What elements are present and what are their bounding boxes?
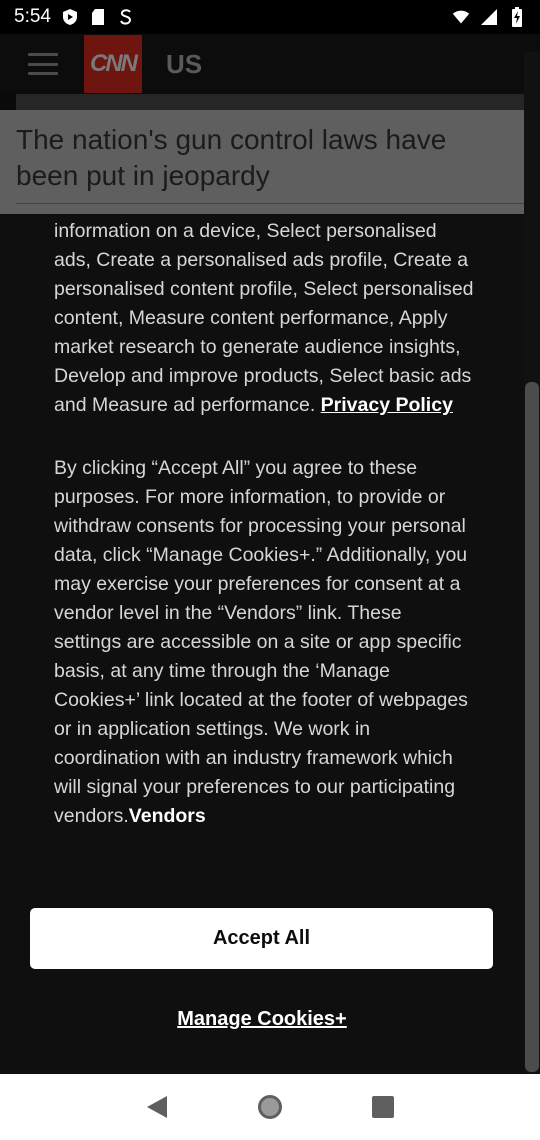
cnn-logo-text: CNN bbox=[90, 50, 138, 77]
hero-image-edge bbox=[16, 94, 524, 110]
hamburger-menu-icon[interactable] bbox=[28, 53, 58, 75]
recents-icon[interactable] bbox=[363, 1087, 403, 1127]
sd-card-icon bbox=[89, 8, 107, 26]
scrollbar-thumb[interactable] bbox=[525, 382, 539, 1072]
cnn-logo[interactable]: CNN bbox=[84, 35, 142, 93]
screen: 5:54 CNN US The nation's gun control law… bbox=[0, 0, 540, 1140]
headline-text[interactable]: The nation's gun control laws have been … bbox=[16, 122, 516, 194]
consent-body: information on a device, Select personal… bbox=[54, 217, 474, 831]
signal-icon bbox=[480, 8, 498, 26]
edition-label[interactable]: US bbox=[166, 49, 202, 80]
privacy-policy-link[interactable]: Privacy Policy bbox=[321, 394, 453, 416]
status-left: 5:54 bbox=[14, 6, 135, 28]
status-bar: 5:54 bbox=[0, 0, 540, 34]
manage-cookies-link[interactable]: Manage Cookies+ bbox=[0, 1008, 524, 1031]
battery-charging-icon bbox=[508, 7, 526, 27]
consent-paragraph-2: By clicking “Accept All” you agree to th… bbox=[54, 454, 474, 831]
accept-all-button[interactable]: Accept All bbox=[30, 908, 493, 969]
status-time: 5:54 bbox=[14, 6, 51, 27]
headline-area: The nation's gun control laws have been … bbox=[0, 110, 540, 214]
vendors-link[interactable]: Vendors bbox=[129, 805, 206, 827]
consent-paragraph-1: information on a device, Select personal… bbox=[54, 217, 474, 420]
home-icon[interactable] bbox=[250, 1087, 290, 1127]
back-icon[interactable] bbox=[137, 1087, 177, 1127]
shield-play-icon bbox=[61, 8, 79, 26]
status-right bbox=[452, 7, 526, 27]
headline-divider bbox=[16, 203, 524, 204]
site-header: CNN US bbox=[0, 34, 540, 94]
navigation-bar bbox=[0, 1074, 540, 1140]
background-page: CNN US The nation's gun control laws hav… bbox=[0, 34, 540, 214]
s-app-icon bbox=[117, 8, 135, 26]
cookie-consent-sheet: information on a device, Select personal… bbox=[0, 214, 524, 1074]
wifi-icon bbox=[452, 8, 470, 26]
consent-purposes-text: information on a device, Select personal… bbox=[54, 220, 474, 416]
consent-agreement-text: By clicking “Accept All” you agree to th… bbox=[54, 457, 468, 827]
